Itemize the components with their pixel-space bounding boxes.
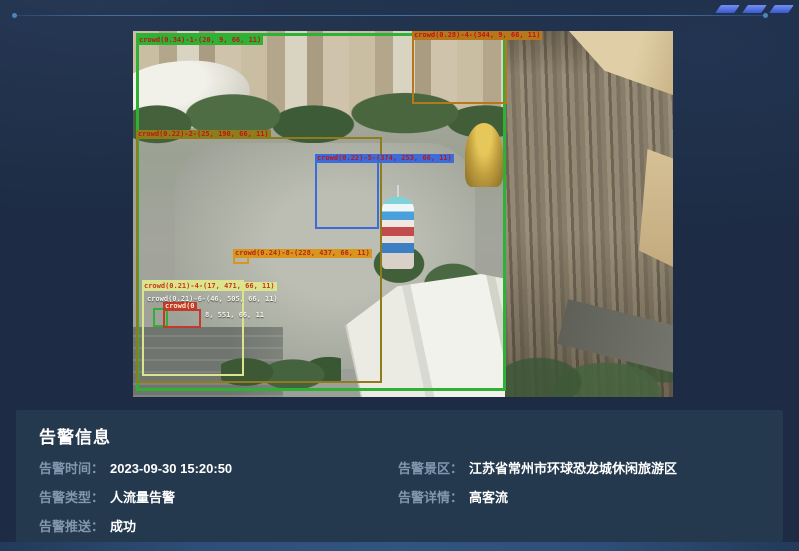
alert-fields: 告警时间： 2023-09-30 15:20:50 告警类型： 人流量告警告警推送： 成… bbox=[39, 459, 760, 546]
alert-field-label: 告警景区： bbox=[398, 459, 463, 479]
alert-fields-right: 告警景区： 江苏省常州市环球恐龙城休闲旅游区告警详情： 高客流 bbox=[398, 459, 760, 546]
detection-label: crowd(0.22)-2-(25, 190, 66, 11) bbox=[136, 130, 271, 139]
alert-field-value: 2023-09-30 15:20:50 bbox=[110, 459, 232, 479]
decoration-bar-icon bbox=[715, 5, 740, 13]
detection-box: crowd(0.24)-8-(228, 437, 66, 11) bbox=[233, 256, 249, 264]
bottom-bar bbox=[0, 542, 799, 551]
alert-field-row: 告警景区： 江苏省常州市环球恐龙城休闲旅游区 bbox=[398, 459, 760, 479]
divider-dot-left bbox=[12, 13, 17, 18]
alert-field-value: 江苏省常州市环球恐龙城休闲旅游区 bbox=[469, 459, 677, 479]
alert-field-label: 告警详情： bbox=[398, 488, 463, 508]
alert-fields-left: 告警时间： 2023-09-30 15:20:50 告警类型： 人流量告警告警推送： 成… bbox=[39, 459, 398, 546]
alert-field-value: 高客流 bbox=[469, 488, 508, 508]
alert-field-row: 告警类型： 人流量告警 bbox=[39, 488, 398, 508]
alert-info-panel: 告警信息 告警时间：2023-09-30 15:20:50告警类型：人流量告警告… bbox=[16, 410, 783, 542]
alert-field-label: 告警推送： bbox=[39, 517, 104, 537]
divider-dot-right bbox=[763, 13, 768, 18]
detection-label: crowd(0.24)-8-(228, 437, 66, 11) bbox=[233, 249, 372, 258]
alert-field-row: 告警时间： 2023-09-30 15:20:50 bbox=[39, 459, 398, 479]
page: crowd(0.34)-1-(20, 9, 66, 11) crowd(0.22)… bbox=[0, 0, 799, 551]
alert-field-value: 成功 bbox=[110, 517, 136, 537]
alert-field-row: 告警详情： 高客流 bbox=[398, 488, 760, 508]
alert-field-value: 人流量告警 bbox=[110, 488, 175, 508]
decoration-bars-icon bbox=[710, 0, 791, 9]
alert-panel-title: 告警信息 bbox=[39, 423, 760, 448]
alert-field-row: 告警推送： 成功 bbox=[39, 517, 398, 537]
alert-field-label: 告警类型： bbox=[39, 488, 104, 508]
detection-box: crowd(0.22)-5-(374, 253, 66, 11) bbox=[315, 161, 379, 229]
detection-box: crowd(0.28)-4-(344, 9, 66, 11) bbox=[412, 38, 507, 104]
detection-overlay: crowd(0.34)-1-(20, 9, 66, 11) crowd(0.22)… bbox=[133, 31, 673, 397]
decoration-bar-icon bbox=[769, 5, 794, 13]
surveillance-image: crowd(0.34)-1-(20, 9, 66, 11) crowd(0.22)… bbox=[133, 31, 673, 397]
decoration-bar-icon bbox=[742, 5, 767, 13]
detection-label: crowd(0.21)-4-(17, 471, 66, 11) bbox=[142, 282, 277, 291]
alert-field-label: 告警时间： bbox=[39, 459, 104, 479]
detection-text-overlay: crowd(0.21)-6-(46, 505, 66, 11) bbox=[147, 295, 278, 304]
detection-text-overlay: 8, 551, 66, 11 bbox=[205, 311, 264, 320]
detection-box: crowd(0 bbox=[163, 309, 201, 328]
detection-label: crowd(0.28)-4-(344, 9, 66, 11) bbox=[412, 31, 542, 40]
detection-label: crowd(0.22)-5-(374, 253, 66, 11) bbox=[315, 154, 454, 163]
header-divider bbox=[14, 15, 766, 16]
detection-label: crowd(0.34)-1-(20, 9, 66, 11) bbox=[137, 36, 263, 45]
